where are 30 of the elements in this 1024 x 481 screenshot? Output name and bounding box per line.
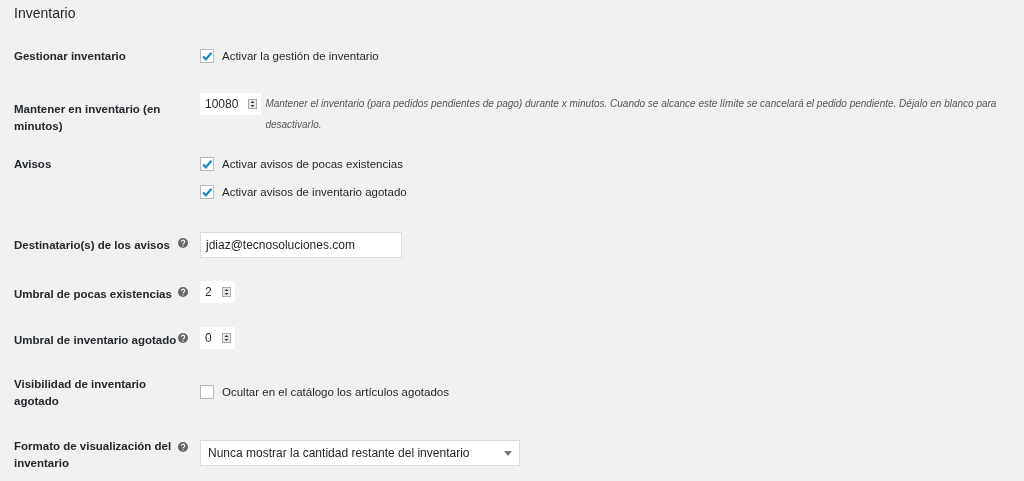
checkbox[interactable] xyxy=(200,49,214,63)
check-icon xyxy=(201,186,213,198)
dropdown[interactable]: Nunca mostrar la cantidad restante del inventario xyxy=(200,440,520,466)
number-field[interactable]: 0 xyxy=(200,327,235,349)
checkbox[interactable] xyxy=(200,385,214,399)
field-label: Destinatario(s) de los avisos xyxy=(14,238,171,253)
check-icon xyxy=(201,158,213,170)
field-description: Mantener el inventario (para pedidos pendientes de pago) durante x minutos. Cuando se alcance este límite se cancelará el pedido pendiente. Déjalo en blanco para desactivarlo. xyxy=(265,97,998,132)
field-label: Avisos xyxy=(14,157,53,172)
checkbox-label: Activar la gestión de inventario xyxy=(222,48,379,64)
checkbox-label: Activar avisos de inventario agotado xyxy=(222,184,407,200)
caret-icon xyxy=(504,450,512,456)
spinner-icon xyxy=(248,99,258,109)
check-icon xyxy=(201,50,213,62)
checkbox[interactable] xyxy=(200,157,214,171)
field-label: Formato de visualización del inventario xyxy=(14,439,173,471)
field-label: Gestionar inventario xyxy=(14,49,127,64)
field-label: Umbral de inventario agotado xyxy=(14,333,178,348)
number-field[interactable]: 2 xyxy=(200,281,235,303)
field-label: Visibilidad de inventario agotado xyxy=(14,377,148,409)
field-label: Mantener en inventario (en minutos) xyxy=(14,102,162,134)
section-title: Inventario xyxy=(14,4,77,23)
checkbox[interactable] xyxy=(200,185,214,199)
email-field[interactable]: jdiaz@tecnosoluciones.com xyxy=(200,232,402,258)
spinner-icon xyxy=(221,333,231,343)
checkbox-label: Activar avisos de pocas existencias xyxy=(222,156,403,172)
checkbox-label: Ocultar en el catálogo los artículos agotados xyxy=(222,384,449,400)
number-field[interactable]: 10080 xyxy=(200,93,262,115)
field-label: Umbral de pocas existencias xyxy=(14,287,173,302)
spinner-icon xyxy=(221,287,231,297)
